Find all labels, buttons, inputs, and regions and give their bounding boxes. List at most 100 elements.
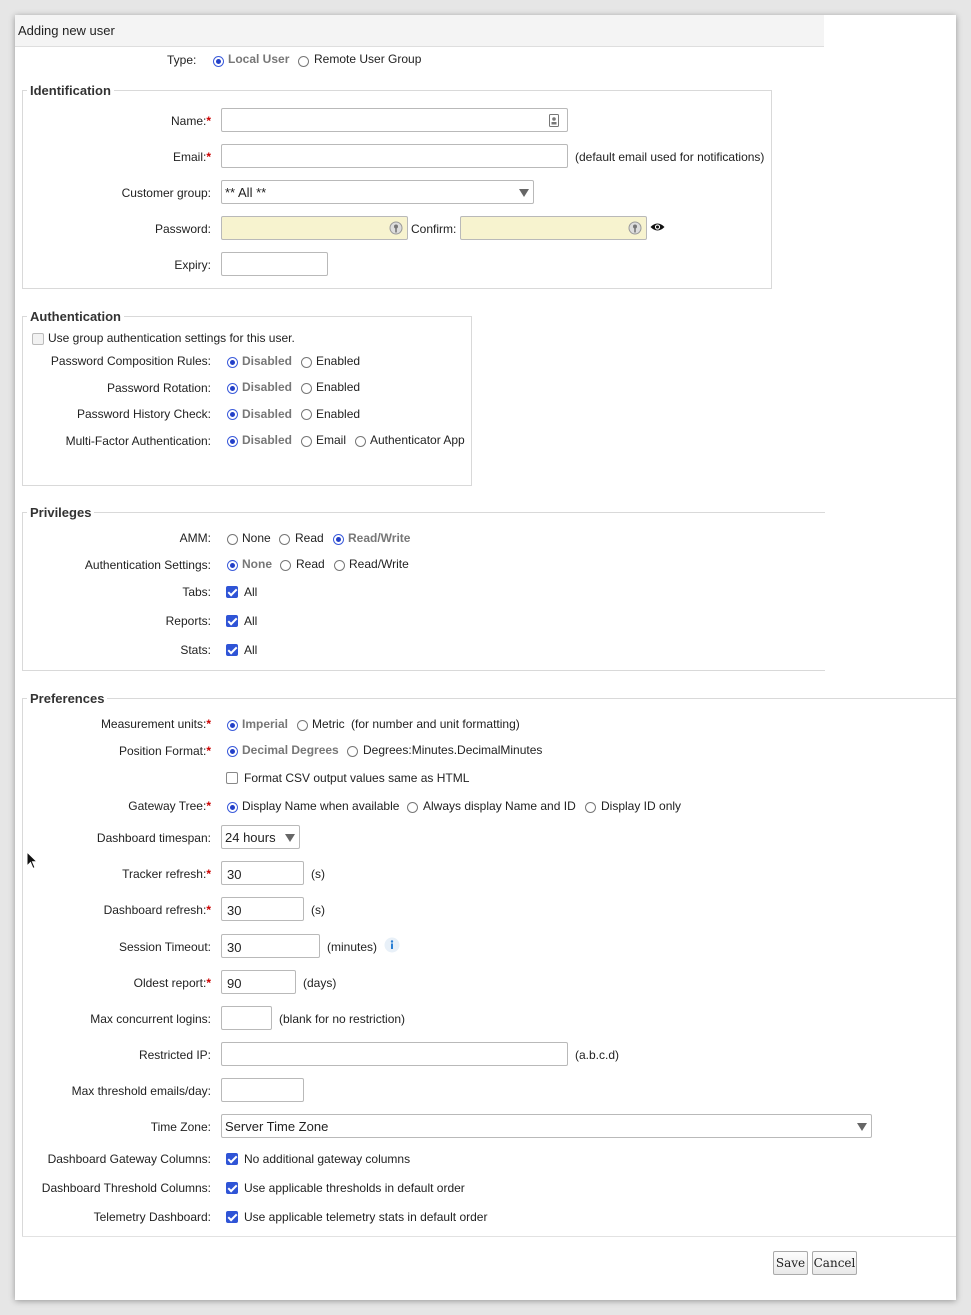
history-enabled-radio[interactable] bbox=[301, 409, 312, 420]
customer-group-value: ** All ** bbox=[225, 185, 267, 200]
expiry-input[interactable] bbox=[221, 252, 328, 276]
dropdown-arrow-icon bbox=[857, 1123, 867, 1131]
mfa-disabled-radio[interactable] bbox=[227, 436, 238, 447]
dashboard-timespan-label: Dashboard timespan: bbox=[96, 831, 211, 845]
csv-format-checkbox[interactable] bbox=[226, 772, 238, 784]
gateway-tree-name-radio[interactable] bbox=[227, 802, 238, 813]
mfa-label: Multi-Factor Authentication: bbox=[65, 434, 211, 448]
gateway-tree-label: Gateway Tree:* bbox=[128, 799, 211, 813]
composition-rules-label: Password Composition Rules: bbox=[50, 354, 211, 368]
gateway-columns-checkbox[interactable] bbox=[226, 1153, 238, 1165]
type-remote-group-label: Remote User Group bbox=[314, 52, 422, 66]
stats-label: Stats: bbox=[180, 643, 211, 657]
time-zone-label: Time Zone: bbox=[150, 1120, 211, 1134]
measurement-imperial-label: Imperial bbox=[242, 717, 289, 731]
reports-all-checkbox[interactable] bbox=[226, 615, 238, 627]
key-hint-icon[interactable] bbox=[389, 221, 403, 235]
history-enabled-label: Enabled bbox=[316, 407, 361, 421]
gateway-columns-option-label: No additional gateway columns bbox=[244, 1152, 411, 1166]
measurement-imperial-radio[interactable] bbox=[227, 720, 238, 731]
restricted-ip-label: Restricted IP: bbox=[138, 1048, 211, 1062]
dropdown-arrow-icon bbox=[285, 834, 295, 842]
composition-enabled-radio[interactable] bbox=[301, 357, 312, 368]
cancel-button[interactable]: Cancel bbox=[812, 1251, 857, 1275]
gateway-tree-id-radio[interactable] bbox=[585, 802, 596, 813]
mfa-email-radio[interactable] bbox=[301, 436, 312, 447]
oldest-report-input[interactable]: 90 bbox=[221, 970, 296, 994]
email-label: Email:* bbox=[172, 150, 211, 164]
session-timeout-input[interactable]: 30 bbox=[221, 934, 320, 958]
auth-settings-readwrite-radio[interactable] bbox=[334, 560, 345, 571]
position-decimal-label: Decimal Degrees bbox=[242, 743, 339, 757]
email-hint: (default email used for notifications) bbox=[575, 150, 765, 164]
amm-readwrite-label: Read/Write bbox=[348, 531, 411, 545]
tabs-all-checkbox[interactable] bbox=[226, 586, 238, 598]
auth-settings-none-radio[interactable] bbox=[227, 560, 238, 571]
confirm-input[interactable] bbox=[460, 216, 647, 240]
expiry-label: Expiry: bbox=[174, 258, 211, 272]
contact-card-icon[interactable] bbox=[549, 114, 559, 127]
name-input[interactable] bbox=[221, 108, 568, 132]
reports-all-label: All bbox=[244, 614, 258, 628]
mfa-email-label: Email bbox=[316, 433, 347, 447]
rotation-disabled-radio[interactable] bbox=[227, 383, 238, 394]
dashboard-timespan-select[interactable]: 24 hours bbox=[221, 825, 300, 849]
gateway-tree-name-id-radio[interactable] bbox=[407, 802, 418, 813]
dropdown-arrow-icon bbox=[519, 189, 529, 197]
tracker-refresh-input[interactable]: 30 bbox=[221, 861, 304, 885]
type-local-user-radio[interactable] bbox=[213, 56, 224, 67]
tabs-label: Tabs: bbox=[182, 585, 211, 599]
email-input[interactable] bbox=[221, 144, 568, 168]
amm-read-radio[interactable] bbox=[279, 534, 290, 545]
eye-icon[interactable] bbox=[650, 222, 665, 232]
auth-settings-read-label: Read bbox=[296, 557, 325, 571]
amm-read-label: Read bbox=[295, 531, 324, 545]
max-logins-input[interactable] bbox=[221, 1006, 272, 1030]
gateway-tree-name-label: Display Name when available bbox=[242, 799, 400, 813]
composition-disabled-radio[interactable] bbox=[227, 357, 238, 368]
max-threshold-input[interactable] bbox=[221, 1078, 304, 1102]
position-decimal-radio[interactable] bbox=[227, 746, 238, 757]
customer-group-label: Customer group: bbox=[121, 186, 211, 200]
oldest-report-unit: (days) bbox=[303, 976, 337, 990]
rotation-enabled-radio[interactable] bbox=[301, 383, 312, 394]
preferences-legend: Preferences bbox=[27, 691, 108, 706]
amm-readwrite-radio[interactable] bbox=[333, 534, 344, 545]
restricted-ip-hint: (a.b.c.d) bbox=[575, 1048, 620, 1062]
info-icon[interactable] bbox=[384, 937, 400, 953]
password-label: Password: bbox=[154, 222, 211, 236]
position-dms-radio[interactable] bbox=[347, 746, 358, 757]
max-threshold-label: Max threshold emails/day: bbox=[71, 1084, 211, 1098]
time-zone-select[interactable]: Server Time Zone bbox=[221, 1114, 872, 1138]
restricted-ip-input[interactable] bbox=[221, 1042, 568, 1066]
password-input[interactable] bbox=[221, 216, 408, 240]
type-remote-group-radio[interactable] bbox=[298, 56, 309, 67]
dashboard-timespan-value: 24 hours bbox=[225, 830, 276, 845]
mfa-authenticator-label: Authenticator App bbox=[370, 433, 465, 447]
customer-group-select[interactable]: ** All ** bbox=[221, 180, 534, 204]
mouse-cursor-icon bbox=[26, 851, 38, 870]
rotation-label: Password Rotation: bbox=[106, 381, 211, 395]
mfa-authenticator-radio[interactable] bbox=[355, 436, 366, 447]
dashboard-refresh-input[interactable]: 30 bbox=[221, 897, 304, 921]
stats-all-checkbox[interactable] bbox=[226, 644, 238, 656]
composition-enabled-label: Enabled bbox=[316, 354, 361, 368]
save-button[interactable]: Save bbox=[773, 1251, 808, 1275]
auth-settings-read-radio[interactable] bbox=[280, 560, 291, 571]
stats-all-label: All bbox=[244, 643, 258, 657]
measurement-metric-radio[interactable] bbox=[297, 720, 308, 731]
position-dms-label: Degrees:Minutes.DecimalMinutes bbox=[363, 743, 543, 757]
history-disabled-radio[interactable] bbox=[227, 409, 238, 420]
telemetry-dashboard-checkbox[interactable] bbox=[226, 1211, 238, 1223]
name-label: Name:* bbox=[170, 114, 211, 128]
use-group-auth-checkbox[interactable] bbox=[32, 333, 44, 345]
key-hint-icon[interactable] bbox=[628, 221, 642, 235]
amm-none-label: None bbox=[242, 531, 271, 545]
auth-settings-label: Authentication Settings: bbox=[84, 558, 211, 572]
measurement-metric-label: Metric bbox=[312, 717, 345, 731]
position-format-label: Position Format:* bbox=[118, 744, 211, 758]
gateway-tree-name-id-label: Always display Name and ID bbox=[423, 799, 576, 813]
telemetry-dashboard-option-label: Use applicable telemetry stats in defaul… bbox=[244, 1210, 488, 1224]
threshold-columns-checkbox[interactable] bbox=[226, 1182, 238, 1194]
amm-none-radio[interactable] bbox=[227, 534, 238, 545]
